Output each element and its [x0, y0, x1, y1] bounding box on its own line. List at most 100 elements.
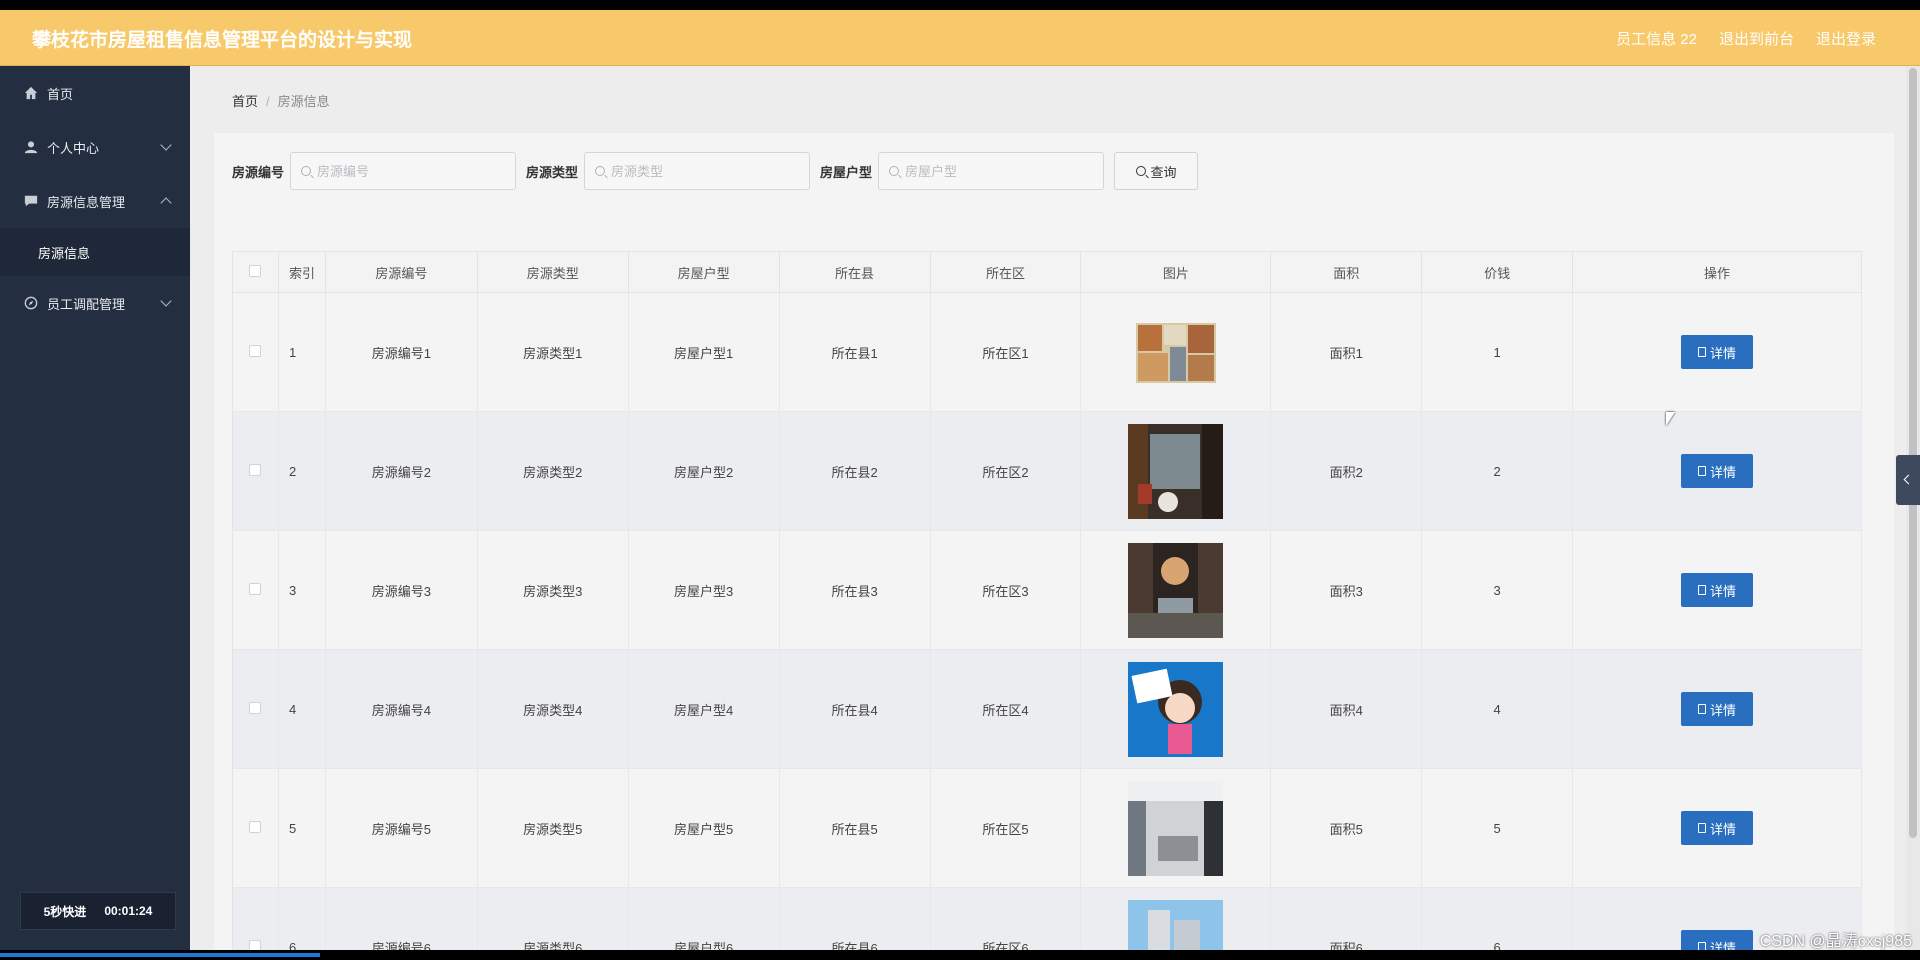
sidebar-item-personal-center[interactable]: 个人中心 — [0, 120, 190, 174]
cell-code: 房源编号2 — [325, 411, 478, 531]
search-label-type: 房源类型 — [526, 164, 579, 180]
detail-button-label: 详情 — [1710, 702, 1737, 718]
sidebar-subitem-house-info[interactable]: 房源信息 — [0, 228, 190, 276]
table-row: 1 房源编号1 房源类型1 房屋户型1 所在县1 所在区1 面积1 1 详情 — [232, 292, 1862, 412]
main-content: 首页 / 房源信息 房源编号 房源类型 房屋户型 查询 — [190, 66, 1920, 950]
search-icon — [595, 166, 606, 176]
cell-district: 所在区2 — [930, 411, 1082, 531]
header-code: 房源编号 — [325, 251, 478, 293]
search-input-layout[interactable] — [905, 163, 1086, 179]
cell-index: 1 — [278, 292, 326, 412]
detail-button[interactable]: 详情 — [1681, 930, 1754, 950]
search-bar: 房源编号 房源类型 房屋户型 查询 — [232, 152, 1199, 190]
video-progress-bar[interactable] — [0, 950, 1920, 960]
top-border — [0, 0, 1920, 10]
row-checkbox[interactable] — [249, 344, 262, 357]
cell-image — [1080, 649, 1272, 769]
row-checkbox[interactable] — [249, 463, 262, 476]
sidebar-item-label: 房源信息管理 — [47, 194, 126, 210]
header-links: 员工信息 22 退出到前台 退出登录 — [1616, 28, 1876, 49]
chat-icon — [24, 195, 38, 207]
row-checkbox[interactable] — [249, 820, 262, 833]
floorplan-image — [1128, 304, 1224, 400]
fast-forward-timer: 5秒快进 00:01:24 — [20, 892, 176, 930]
home-icon — [24, 86, 38, 100]
compass-icon — [24, 296, 38, 310]
detail-button[interactable]: 详情 — [1681, 573, 1754, 607]
chevron-down-icon — [160, 295, 172, 307]
cell-county: 所在县5 — [779, 768, 931, 888]
page-scrollbar[interactable] — [1906, 66, 1920, 950]
header-link-back-to-front[interactable]: 退出到前台 — [1719, 28, 1794, 49]
detail-button-label: 详情 — [1710, 464, 1737, 480]
cell-type: 房源类型4 — [477, 649, 629, 769]
row-select-cell — [232, 292, 279, 412]
detail-button[interactable]: 详情 — [1681, 335, 1754, 369]
interior-photo-image — [1128, 542, 1224, 638]
collapse-panel-handle[interactable] — [1896, 455, 1920, 505]
header-type: 房源类型 — [477, 251, 629, 293]
cell-price: 1 — [1421, 292, 1574, 412]
search-field-type — [584, 152, 811, 190]
cell-actions: 详情 — [1572, 649, 1862, 769]
breadcrumb-home[interactable]: 首页 — [232, 94, 258, 109]
search-icon — [301, 166, 312, 176]
cell-type: 房源类型3 — [477, 530, 629, 650]
cell-code: 房源编号5 — [325, 768, 478, 888]
cell-district: 所在区5 — [930, 768, 1082, 888]
sidebar-item-staff-allocation[interactable]: 员工调配管理 — [0, 276, 190, 330]
row-checkbox[interactable] — [249, 939, 262, 950]
search-label-layout: 房屋户型 — [820, 164, 873, 180]
select-all-checkbox[interactable] — [249, 264, 262, 277]
cell-actions: 详情 — [1572, 411, 1862, 531]
search-input-type[interactable] — [611, 163, 792, 179]
cell-index: 6 — [278, 887, 326, 950]
search-icon — [1135, 166, 1146, 176]
cell-county: 所在县2 — [779, 411, 931, 531]
document-icon — [1698, 942, 1707, 950]
cell-code: 房源编号4 — [325, 649, 478, 769]
timer-value: 00:01:24 — [104, 904, 153, 918]
row-select-cell — [232, 887, 279, 950]
cell-area: 面积1 — [1270, 292, 1423, 412]
cell-image — [1080, 887, 1272, 950]
search-field-layout — [878, 152, 1105, 190]
cell-district: 所在区3 — [930, 530, 1082, 650]
header-link-logout[interactable]: 退出登录 — [1816, 28, 1876, 49]
document-icon — [1698, 704, 1707, 714]
cartoon-poster-image — [1128, 661, 1224, 757]
sidebar-item-home[interactable]: 首页 — [0, 66, 190, 120]
document-icon — [1698, 466, 1707, 476]
row-checkbox[interactable] — [249, 701, 262, 714]
header-actions: 操作 — [1572, 251, 1862, 293]
cell-county: 所在县4 — [779, 649, 931, 769]
cell-price: 2 — [1421, 411, 1574, 531]
header-link-employee-info[interactable]: 员工信息 22 — [1616, 28, 1697, 49]
building-photo-image — [1128, 899, 1224, 950]
cell-code: 房源编号1 — [325, 292, 478, 412]
cell-county: 所在县1 — [779, 292, 931, 412]
detail-button[interactable]: 详情 — [1681, 454, 1754, 488]
query-button-label: 查询 — [1150, 164, 1177, 180]
row-select-cell — [232, 649, 279, 769]
chevron-up-icon — [160, 197, 172, 209]
cell-actions: 详情 — [1572, 768, 1862, 888]
interior-photo-image — [1128, 780, 1224, 876]
sidebar-item-house-management[interactable]: 房源信息管理 — [0, 174, 190, 228]
cell-type: 房源类型1 — [477, 292, 629, 412]
table-row: 6 房源编号6 房源类型6 房屋户型6 所在县6 所在区6 面积6 6 详情 — [232, 887, 1862, 950]
search-input-code[interactable] — [317, 163, 498, 179]
detail-button-label: 详情 — [1710, 821, 1737, 837]
sidebar: 首页 个人中心 房源信息管理 房源信息 员工调配管理 5秒快进 00:01:24 — [0, 66, 190, 950]
row-checkbox[interactable] — [249, 582, 262, 595]
query-button[interactable]: 查询 — [1114, 152, 1199, 190]
cell-index: 2 — [278, 411, 326, 531]
document-icon — [1698, 823, 1707, 833]
header-county: 所在县 — [779, 251, 931, 293]
detail-button[interactable]: 详情 — [1681, 692, 1754, 726]
search-icon — [889, 166, 900, 176]
document-icon — [1698, 585, 1707, 595]
detail-button[interactable]: 详情 — [1681, 811, 1754, 845]
cell-district: 所在区4 — [930, 649, 1082, 769]
scrollbar-thumb[interactable] — [1909, 68, 1917, 838]
